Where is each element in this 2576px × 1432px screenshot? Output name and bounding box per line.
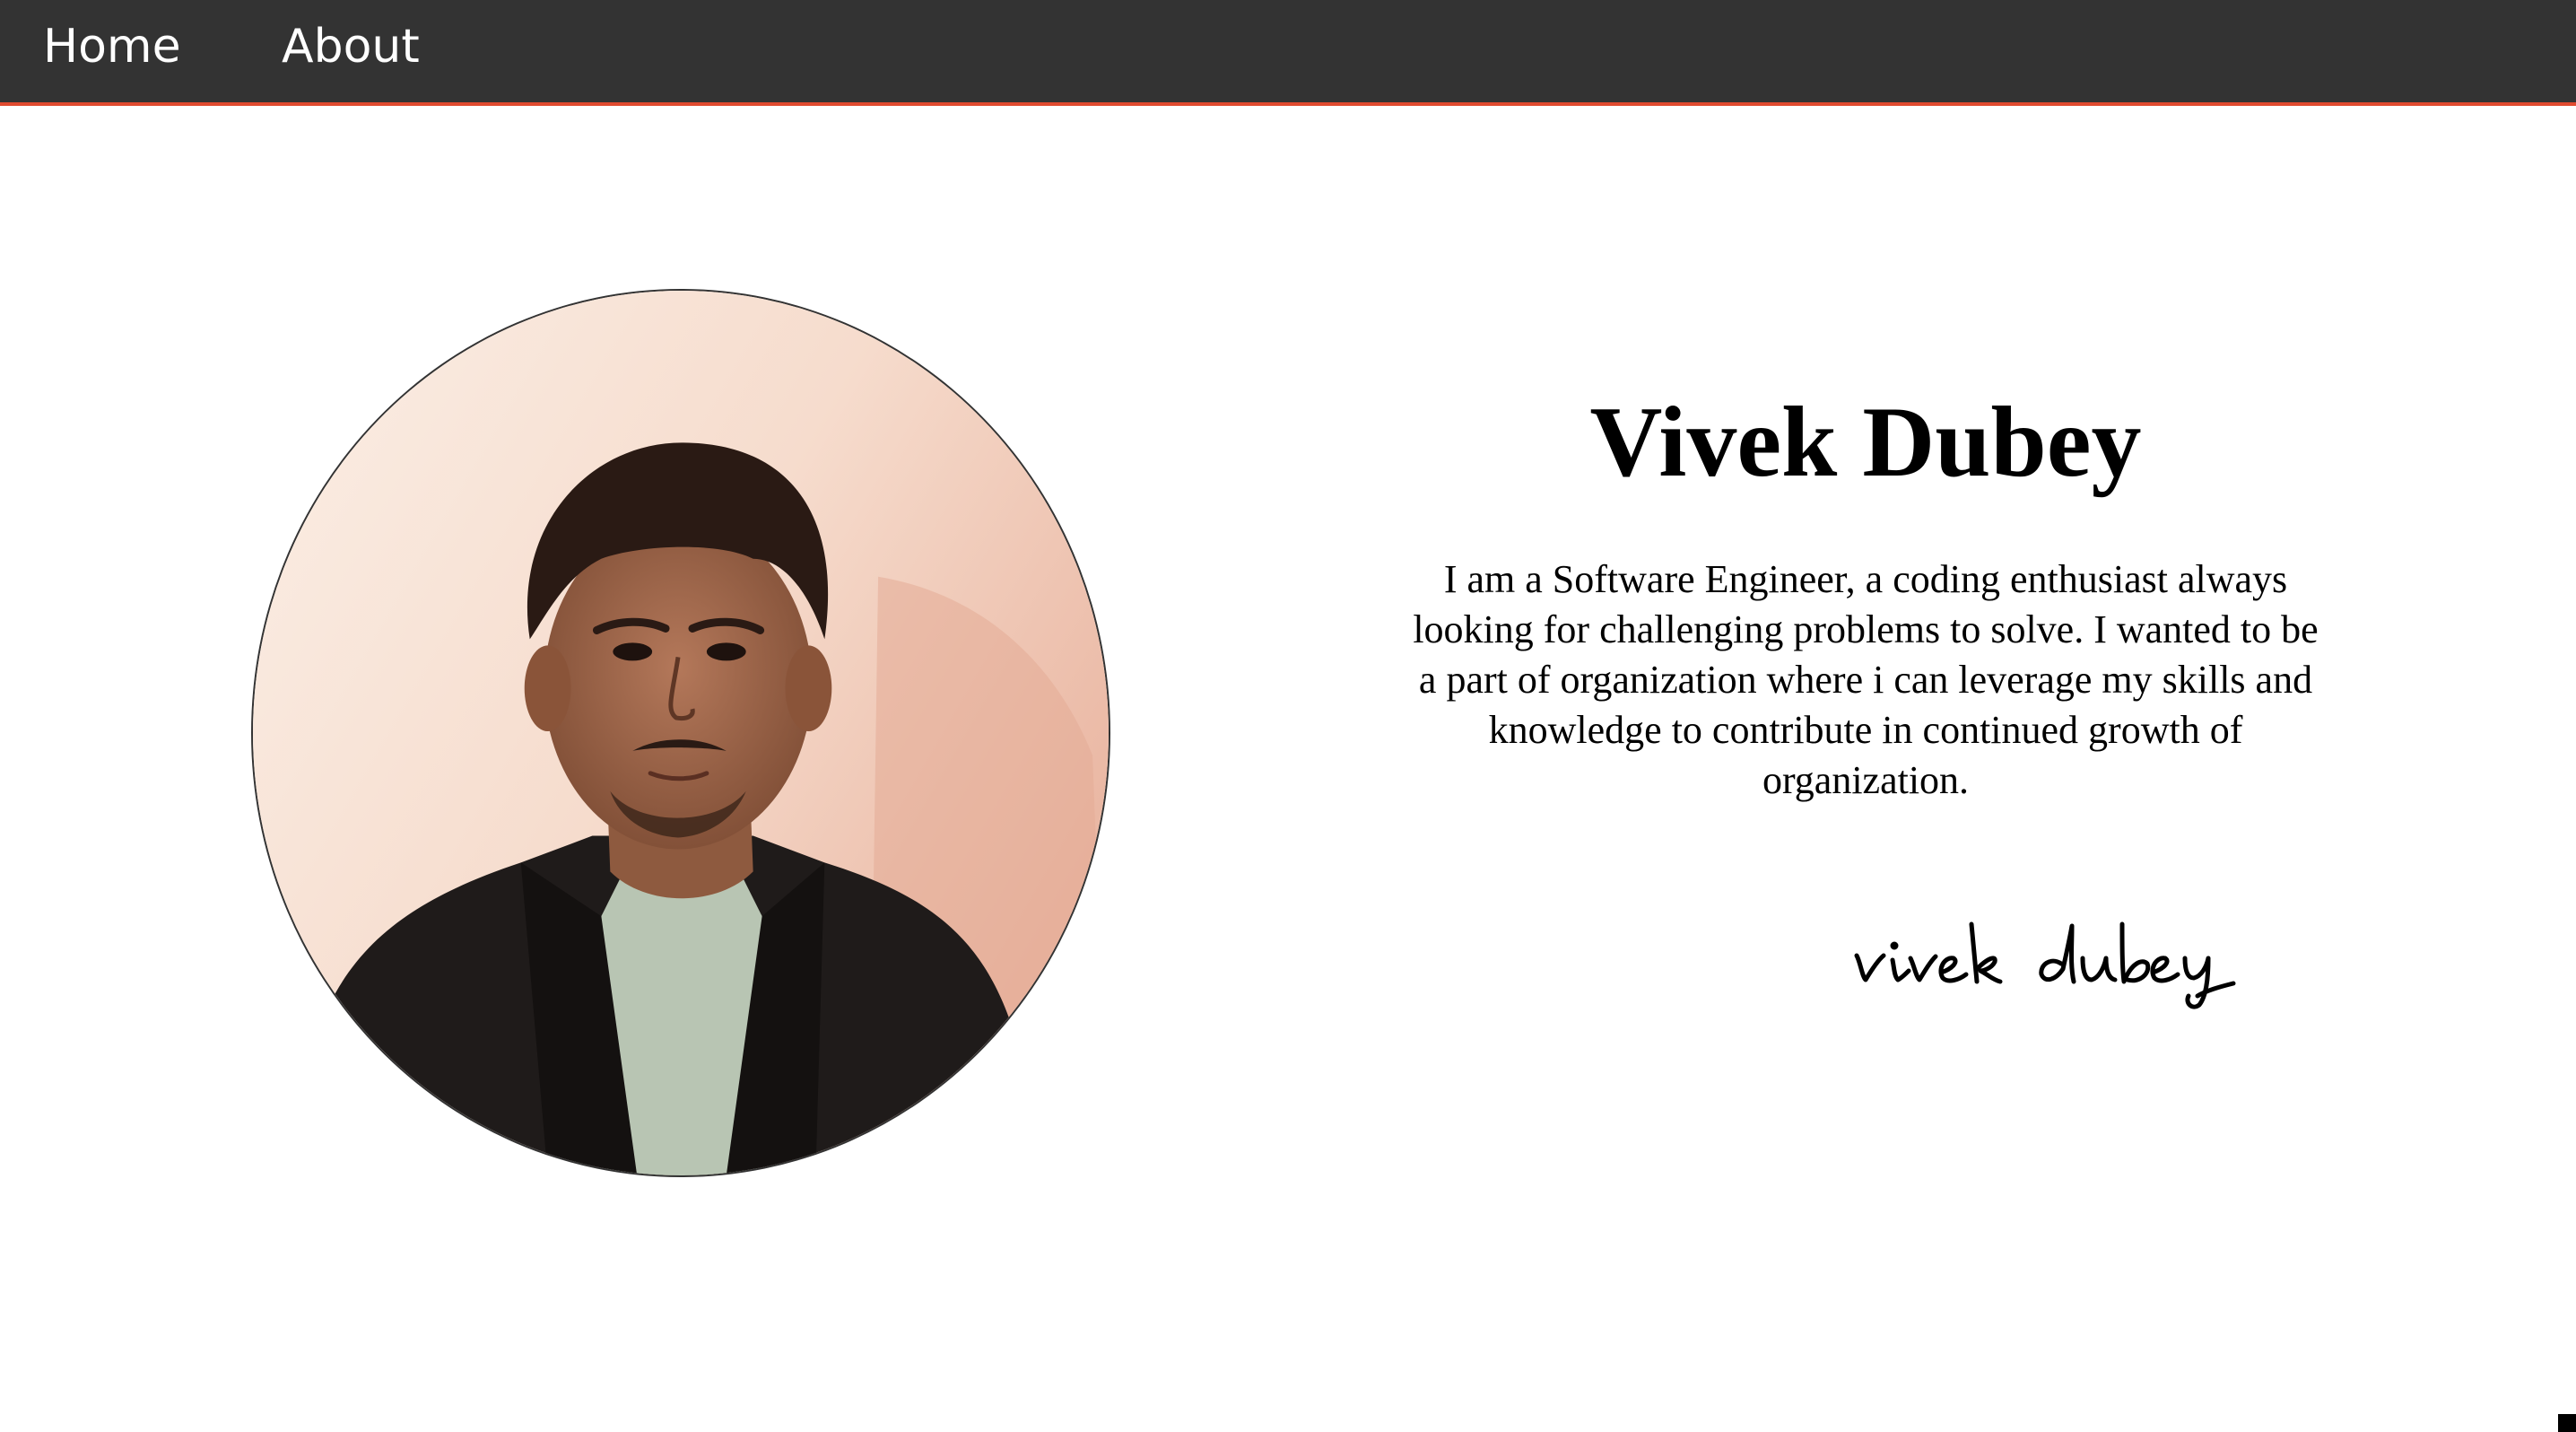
- profile-bio: I am a Software Engineer, a coding enthu…: [1413, 557, 2319, 802]
- top-navbar: Home About: [0, 0, 2576, 106]
- window-corner: [2558, 1414, 2576, 1432]
- portrait-illustration: [253, 291, 1109, 1175]
- nav-link-about[interactable]: About: [282, 0, 420, 102]
- signature-image: [1848, 906, 2242, 1014]
- nav-link-home[interactable]: Home: [43, 0, 181, 102]
- signature-icon: [1854, 921, 2236, 1009]
- profile-name: Vivek Dubey: [1589, 387, 2142, 498]
- profile-photo: [251, 289, 1110, 1177]
